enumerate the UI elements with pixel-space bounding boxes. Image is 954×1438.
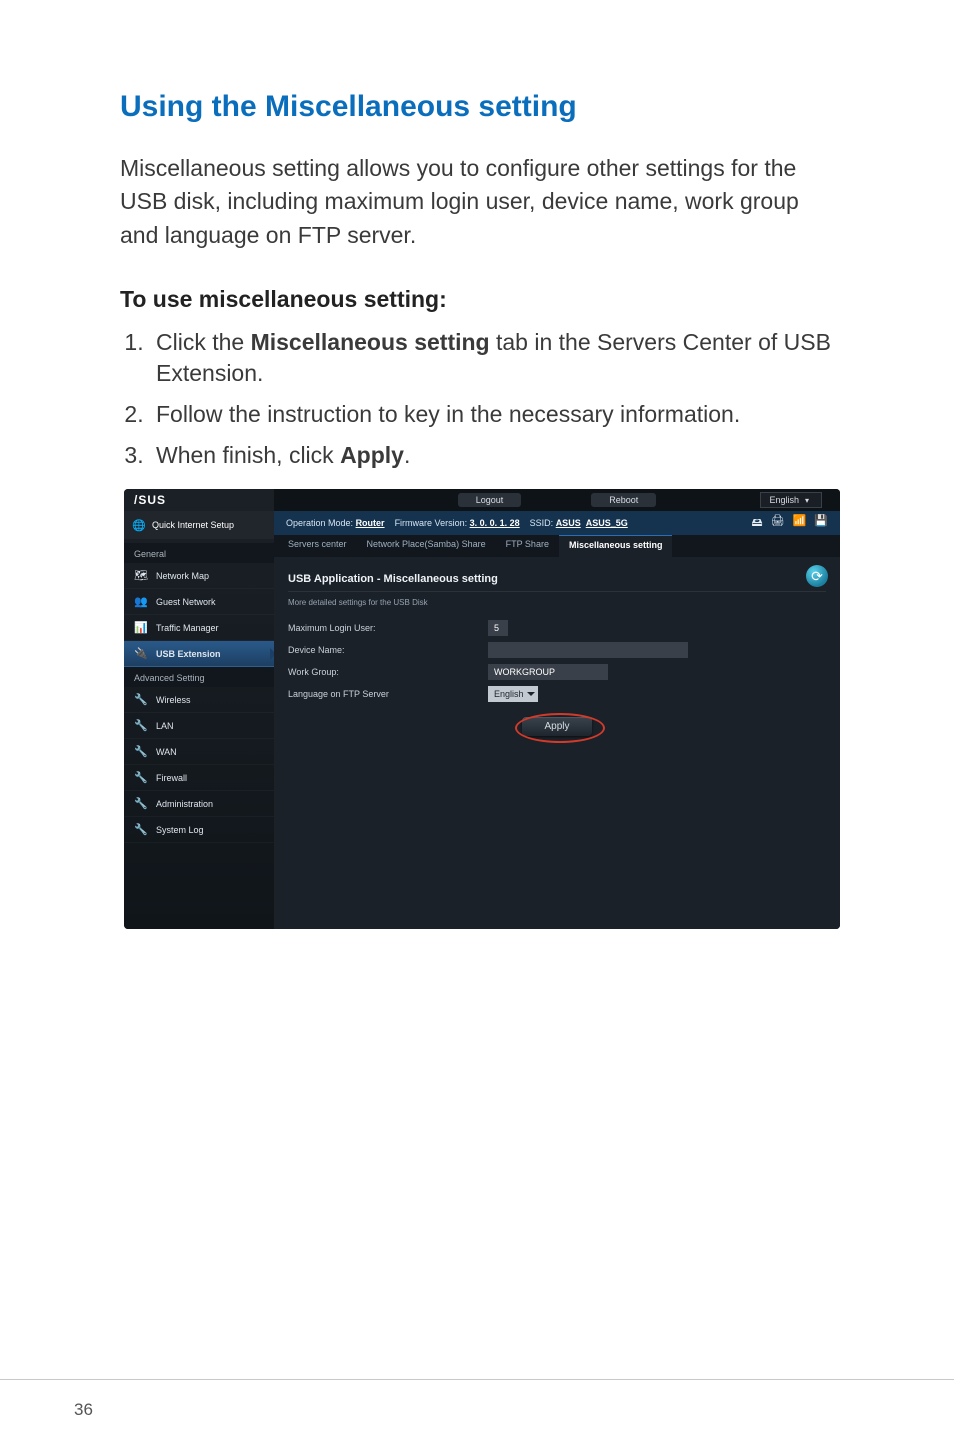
row-ftp-lang: Language on FTP Server English — [288, 683, 826, 705]
ftp-lang-select[interactable]: English — [488, 686, 538, 702]
reboot-button[interactable]: Reboot — [591, 493, 656, 507]
ssid-label: SSID: — [530, 518, 554, 528]
guest-icon: 👥 — [134, 595, 148, 609]
device-name-label: Device Name: — [288, 645, 478, 655]
sidebar-item-guest[interactable]: 👥 Guest Network — [124, 589, 274, 615]
wrench-icon: 🔧 — [134, 693, 148, 707]
fw-link[interactable]: 3. 0. 0. 1. 28 — [470, 518, 520, 528]
storage-icon: 💾 — [814, 514, 828, 533]
sidebar-item-label: Wireless — [156, 695, 191, 705]
map-icon: 🗺 — [134, 569, 148, 583]
step-1: Click the Miscellaneous setting tab in t… — [150, 327, 834, 389]
sidebar-item-label: Administration — [156, 799, 213, 809]
globe-icon: 🌐 — [132, 518, 146, 532]
sidebar-item-admin[interactable]: 🔧 Administration — [124, 791, 274, 817]
sidebar-item-wireless[interactable]: 🔧 Wireless — [124, 687, 274, 713]
info-bar: Operation Mode: Router Firmware Version:… — [274, 511, 840, 535]
work-group-label: Work Group: — [288, 667, 478, 677]
language-select[interactable]: English ▾ — [760, 492, 822, 508]
steps-list: Click the Miscellaneous setting tab in t… — [120, 327, 834, 471]
row-max-login: Maximum Login User: 5 — [288, 617, 826, 639]
panel: USB Application - Miscellaneous setting … — [274, 557, 840, 929]
sidebar-item-label: System Log — [156, 825, 204, 835]
usb-status-icon: 🖴 — [752, 514, 763, 533]
usb-icon: 🔌 — [134, 647, 148, 661]
max-login-input[interactable]: 5 — [488, 620, 508, 636]
tab-samba-share[interactable]: Network Place(Samba) Share — [357, 535, 496, 557]
sidebar-item-lan[interactable]: 🔧 LAN — [124, 713, 274, 739]
footer-rule — [0, 1379, 954, 1390]
sidebar-item-qis[interactable]: 🌐 Quick Internet Setup — [124, 511, 274, 539]
ssid-link[interactable]: ASUS — [556, 518, 581, 528]
tabs-bar: Servers center Network Place(Samba) Shar… — [274, 535, 840, 557]
intro-paragraph: Miscellaneous setting allows you to conf… — [120, 152, 834, 252]
max-login-label: Maximum Login User: — [288, 623, 478, 633]
work-group-input[interactable]: WORKGROUP — [488, 664, 608, 680]
status-icons: 🖴 🖨 📶 💾 — [752, 514, 829, 533]
logout-button[interactable]: Logout — [458, 493, 522, 507]
brand-logo: /SUS — [124, 489, 274, 511]
refresh-icon: ⟳ — [811, 568, 823, 585]
step-3-bold: Apply — [340, 442, 404, 468]
sidebar-item-label: Firewall — [156, 773, 187, 783]
wrench-icon: 🔧 — [134, 719, 148, 733]
sidebar-group-general: General — [124, 543, 274, 563]
sidebar-item-label: Traffic Manager — [156, 623, 219, 633]
chevron-down-icon: ▾ — [805, 496, 809, 505]
step-3-text-c: . — [404, 442, 410, 468]
page-number: 36 — [74, 1400, 93, 1420]
fw-label: Firmware Version: — [395, 518, 468, 528]
gauge-icon: 📊 — [134, 621, 148, 635]
sidebar-item-wan[interactable]: 🔧 WAN — [124, 739, 274, 765]
apply-button[interactable]: Apply — [522, 717, 591, 736]
step-3: When finish, click Apply. — [150, 440, 834, 471]
panel-subtitle: More detailed settings for the USB Disk — [288, 592, 826, 617]
sidebar-item-syslog[interactable]: 🔧 System Log — [124, 817, 274, 843]
device-name-input[interactable] — [488, 642, 688, 658]
sidebar-item-label: Quick Internet Setup — [152, 520, 234, 530]
sidebar-group-advanced: Advanced Setting — [124, 667, 274, 687]
sidebar-item-usb[interactable]: 🔌 USB Extension — [124, 641, 274, 667]
sidebar-item-traffic[interactable]: 📊 Traffic Manager — [124, 615, 274, 641]
main-area: Logout Reboot English ▾ Operation Mode: … — [274, 489, 840, 929]
wrench-icon: 🔧 — [134, 797, 148, 811]
step-2: Follow the instruction to key in the nec… — [150, 399, 834, 430]
tab-misc-setting[interactable]: Miscellaneous setting — [559, 535, 673, 557]
sidebar-item-firewall[interactable]: 🔧 Firewall — [124, 765, 274, 791]
step-1-text-a: Click the — [156, 329, 251, 355]
row-work-group: Work Group: WORKGROUP — [288, 661, 826, 683]
panel-title: USB Application - Miscellaneous setting — [288, 565, 826, 592]
sidebar-item-network-map[interactable]: 🗺 Network Map — [124, 563, 274, 589]
printer-icon: 🖨 — [771, 514, 785, 533]
section-title: Using the Miscellaneous setting — [120, 90, 834, 124]
topbar: Logout Reboot English ▾ — [274, 489, 840, 511]
wrench-icon: 🔧 — [134, 823, 148, 837]
router-screenshot: /SUS 🌐 Quick Internet Setup General 🗺 Ne… — [124, 489, 840, 929]
op-mode-link[interactable]: Router — [356, 518, 385, 528]
step-3-text-a: When finish, click — [156, 442, 340, 468]
subheading: To use miscellaneous setting: — [120, 286, 834, 313]
sidebar-item-label: LAN — [156, 721, 174, 731]
apply-wrap: Apply — [288, 717, 826, 736]
ssid-5g-link[interactable]: ASUS_5G — [586, 518, 628, 528]
tab-servers-center[interactable]: Servers center — [278, 535, 357, 557]
wrench-icon: 🔧 — [134, 771, 148, 785]
step-1-bold: Miscellaneous setting — [251, 329, 490, 355]
sidebar-item-label: Network Map — [156, 571, 209, 581]
ftp-lang-label: Language on FTP Server — [288, 689, 478, 699]
tab-ftp-share[interactable]: FTP Share — [496, 535, 559, 557]
op-mode-label: Operation Mode: — [286, 518, 353, 528]
sidebar: /SUS 🌐 Quick Internet Setup General 🗺 Ne… — [124, 489, 274, 929]
sidebar-item-label: WAN — [156, 747, 177, 757]
wifi-icon: 📶 — [793, 514, 807, 533]
language-value: English — [769, 495, 799, 505]
row-device-name: Device Name: — [288, 639, 826, 661]
wrench-icon: 🔧 — [134, 745, 148, 759]
sidebar-item-label: USB Extension — [156, 649, 221, 659]
sidebar-item-label: Guest Network — [156, 597, 216, 607]
